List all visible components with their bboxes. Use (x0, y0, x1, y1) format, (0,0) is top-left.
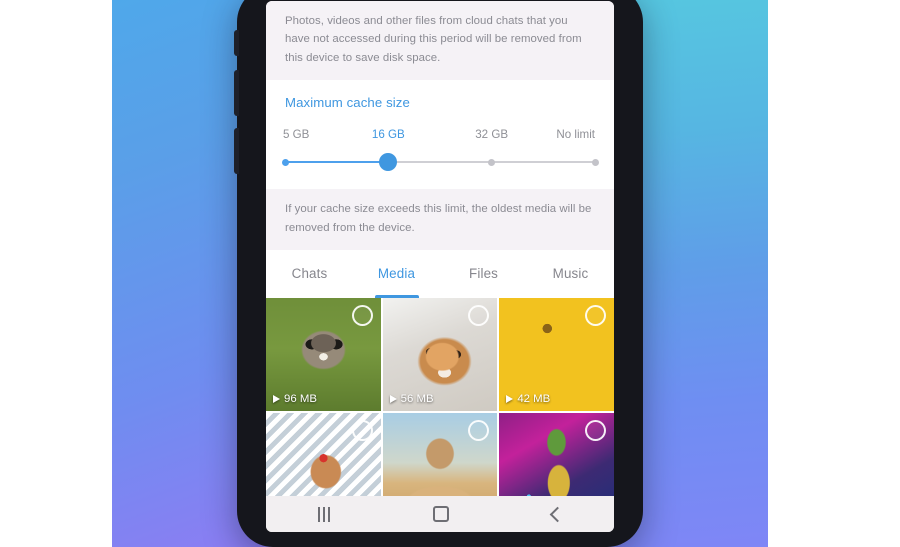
device-button-volume-up[interactable] (234, 70, 239, 116)
slider-tick-2[interactable] (488, 158, 496, 166)
media-thumbnail-grid: 96 MB 56 MB 42 MB (266, 298, 614, 527)
device-button-volume-down[interactable] (234, 128, 239, 174)
back-icon[interactable] (549, 506, 565, 522)
tab-files[interactable]: Files (440, 250, 527, 298)
maximum-cache-size-title: Maximum cache size (285, 95, 410, 111)
phone-device-frame: Photos, videos and other files from clou… (234, 0, 643, 547)
unchecked-circle-icon[interactable] (351, 420, 373, 442)
media-size-label: 96 MB (284, 393, 317, 406)
cache-option-label-16gb[interactable]: 16 GB (372, 128, 405, 141)
cache-size-tick-labels: 5 GB 16 GB 32 GB No limit (283, 128, 595, 144)
media-size-badge: 42 MB (506, 393, 550, 405)
play-icon (273, 395, 280, 404)
cache-option-label-5gb[interactable]: 5 GB (283, 128, 309, 141)
slider-fill (285, 161, 389, 164)
media-size-label: 42 MB (517, 393, 551, 406)
unchecked-circle-icon[interactable] (351, 305, 373, 327)
cache-size-slider[interactable] (281, 153, 599, 172)
recents-icon[interactable] (317, 506, 330, 522)
tab-music[interactable]: Music (527, 250, 614, 298)
media-item[interactable]: 42 MB (499, 298, 614, 412)
slider-tick-0[interactable] (281, 158, 289, 166)
media-item[interactable]: 56 MB (382, 298, 498, 412)
phone-screen: Photos, videos and other files from clou… (266, 1, 614, 532)
maximum-cache-size-section: Maximum cache size 5 GB 16 GB 32 GB No l… (266, 80, 614, 190)
media-size-label: 56 MB (400, 393, 434, 406)
slider-tick-3[interactable] (591, 158, 599, 166)
tab-media[interactable]: Media (353, 250, 440, 298)
media-size-badge: 56 MB (389, 393, 434, 406)
cache-description-bottom-text: If your cache size exceeds this limit, t… (285, 203, 592, 234)
cache-option-label-32gb[interactable]: 32 GB (475, 128, 508, 141)
cache-option-label-no-limit[interactable]: No limit (556, 128, 595, 141)
play-icon (506, 395, 514, 404)
home-icon[interactable] (432, 506, 449, 522)
cache-description-top-text: Photos, videos and other files from clou… (285, 15, 582, 64)
storage-tab-bar: Chats Media Files Music (266, 250, 614, 299)
device-button-top[interactable] (234, 30, 239, 56)
tab-chats[interactable]: Chats (266, 250, 353, 298)
media-size-badge: 96 MB (273, 393, 317, 405)
cache-description-bottom: If your cache size exceeds this limit, t… (266, 189, 614, 251)
android-navigation-bar (266, 496, 614, 532)
screenshot-stage: Photos, videos and other files from clou… (0, 0, 900, 547)
cache-description-top: Photos, videos and other files from clou… (266, 1, 614, 81)
slider-thumb[interactable] (379, 153, 398, 172)
play-icon (389, 395, 397, 404)
media-item[interactable]: 96 MB (266, 298, 381, 412)
